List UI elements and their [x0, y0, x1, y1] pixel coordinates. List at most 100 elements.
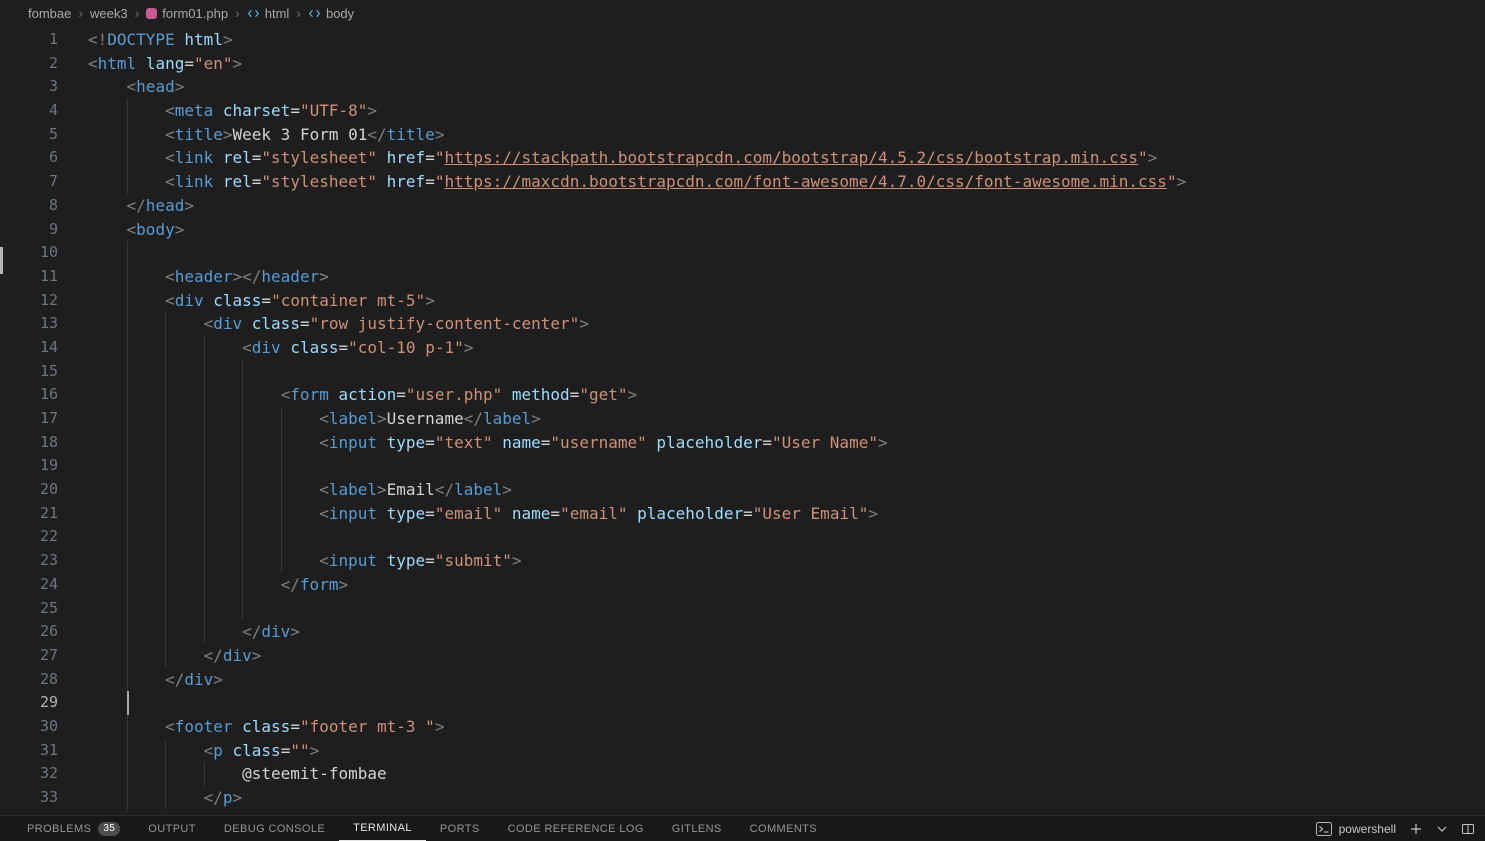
- code-line-4[interactable]: 4 <meta charset="UTF-8">: [0, 99, 1485, 123]
- plus-icon[interactable]: [1409, 822, 1423, 836]
- code-line-2[interactable]: 2 <html lang="en">: [0, 52, 1485, 76]
- code-line-21[interactable]: 21 <input type="email" name="email" plac…: [0, 501, 1485, 526]
- indent-guide: [242, 407, 244, 431]
- code-line-14[interactable]: 14 <div class="col-10 p-1">: [0, 335, 1485, 360]
- line-number[interactable]: 9: [0, 218, 58, 242]
- line-number[interactable]: 15: [0, 360, 58, 384]
- line-number[interactable]: 21: [0, 502, 58, 526]
- line-number[interactable]: 33: [0, 786, 58, 810]
- code-line-20[interactable]: 20 <label>Email</label>: [0, 478, 1485, 502]
- panel-tab-comments[interactable]: COMMENTS: [736, 816, 831, 841]
- breadcrumb-item-form01-php[interactable]: form01.php: [146, 6, 228, 21]
- panel-tab-problems[interactable]: PROBLEMS 35: [13, 816, 134, 841]
- breadcrumb-item-week3[interactable]: week3: [90, 6, 128, 21]
- code-line-1[interactable]: 1 <!DOCTYPE html>: [0, 28, 1485, 52]
- terminal-shell-selector[interactable]: powershell: [1315, 821, 1396, 836]
- code-line-10[interactable]: 10: [0, 241, 1485, 265]
- line-number[interactable]: 26: [0, 620, 58, 644]
- line-number[interactable]: 29: [0, 691, 58, 715]
- code-line-31[interactable]: 31 <p class="">: [0, 738, 1485, 763]
- indent-guide: [126, 146, 128, 171]
- line-number[interactable]: 23: [0, 549, 58, 573]
- breadcrumb-item-fombae[interactable]: fombae: [28, 6, 71, 21]
- code-line-32[interactable]: 32 @steemit-fombae: [0, 762, 1485, 786]
- line-number[interactable]: 28: [0, 668, 58, 692]
- line-number[interactable]: 19: [0, 454, 58, 478]
- line-number[interactable]: 16: [0, 383, 58, 407]
- indent-guide: [203, 549, 205, 573]
- code-line-33[interactable]: 33 </p>: [0, 786, 1485, 810]
- line-number[interactable]: 27: [0, 644, 58, 668]
- indent-guide: [165, 312, 167, 336]
- breadcrumb-item-html[interactable]: html: [247, 6, 289, 21]
- split-terminal-icon[interactable]: [1461, 822, 1475, 836]
- indent-guide: [280, 454, 282, 479]
- code-line-24[interactable]: 24 </form>: [0, 572, 1485, 597]
- panel-tab-debug-console[interactable]: DEBUG CONSOLE: [210, 816, 339, 841]
- code-line-13[interactable]: 13 <div class="row justify-content-cente…: [0, 312, 1485, 336]
- indent-guide: [165, 762, 167, 786]
- code-line-7[interactable]: 7 <link rel="stylesheet" href="https://m…: [0, 170, 1485, 194]
- line-number[interactable]: 25: [0, 597, 58, 621]
- code-line-28[interactable]: 28 </div>: [0, 667, 1485, 692]
- line-number[interactable]: 32: [0, 762, 58, 786]
- line-number[interactable]: 14: [0, 336, 58, 360]
- code-line-29[interactable]: 29: [0, 691, 1485, 715]
- code-line-11[interactable]: 11 <header></header>: [0, 264, 1485, 289]
- code-line-17[interactable]: 17 <label>Username</label>: [0, 407, 1485, 431]
- line-number[interactable]: 8: [0, 194, 58, 218]
- line-number[interactable]: 11: [0, 265, 58, 289]
- line-number[interactable]: 4: [0, 99, 58, 123]
- breadcrumb-label: fombae: [28, 5, 72, 21]
- indent-guide: [280, 478, 282, 502]
- code-line-26[interactable]: 26 </div>: [0, 620, 1485, 644]
- line-number[interactable]: 7: [0, 170, 58, 194]
- panel-tab-gitlens[interactable]: GITLENS: [658, 816, 736, 841]
- line-number[interactable]: 12: [0, 289, 58, 313]
- code-line-15[interactable]: 15: [0, 359, 1485, 384]
- indent-guide: [165, 359, 167, 384]
- code-line-16[interactable]: 16 <form action="user.php" method="get">: [0, 383, 1485, 407]
- line-number[interactable]: 22: [0, 525, 58, 549]
- line-number[interactable]: 3: [0, 75, 58, 99]
- code-line-19[interactable]: 19: [0, 454, 1485, 479]
- code-line-27[interactable]: 27 </div>: [0, 643, 1485, 668]
- breadcrumb-item-body[interactable]: body: [308, 6, 354, 21]
- code-line-8[interactable]: 8 </head>: [0, 194, 1485, 218]
- line-number[interactable]: 5: [0, 123, 58, 147]
- line-number[interactable]: 2: [0, 52, 58, 76]
- code-line-18[interactable]: 18 <input type="text" name="username" pl…: [0, 430, 1485, 455]
- panel-tab-code-reference-log[interactable]: CODE REFERENCE LOG: [494, 816, 658, 841]
- code-line-30[interactable]: 30 <footer class="footer mt-3 ">: [0, 714, 1485, 739]
- line-number[interactable]: 20: [0, 478, 58, 502]
- line-number[interactable]: 6: [0, 146, 58, 170]
- symbol-tag-icon: [247, 7, 260, 20]
- line-number[interactable]: 1: [0, 28, 58, 52]
- line-number[interactable]: 17: [0, 407, 58, 431]
- symbol-tag-icon: [308, 7, 321, 20]
- indent-guide: [126, 264, 128, 289]
- line-number[interactable]: 10: [0, 241, 58, 265]
- code-text: <form action="user.php" method="get">: [58, 383, 1485, 407]
- indent-guide: [126, 335, 128, 360]
- code-line-23[interactable]: 23 <input type="submit">: [0, 549, 1485, 573]
- line-number[interactable]: 30: [0, 715, 58, 739]
- chevron-down-icon[interactable]: [1436, 823, 1448, 835]
- code-line-22[interactable]: 22: [0, 525, 1485, 550]
- panel-tab-output[interactable]: OUTPUT: [134, 816, 210, 841]
- code-line-9[interactable]: 9 <body>: [0, 218, 1485, 242]
- panel-tab-terminal[interactable]: TERMINAL: [339, 816, 426, 841]
- line-number[interactable]: 13: [0, 312, 58, 336]
- indent-guide: [203, 572, 205, 597]
- code-line-5[interactable]: 5 <title>Week 3 Form 01</title>: [0, 122, 1485, 147]
- code-line-12[interactable]: 12 <div class="container mt-5">: [0, 288, 1485, 313]
- panel-tab-ports[interactable]: PORTS: [426, 816, 494, 841]
- line-number[interactable]: 18: [0, 431, 58, 455]
- code-line-3[interactable]: 3 <head>: [0, 75, 1485, 99]
- code-line-6[interactable]: 6 <link rel="stylesheet" href="https://s…: [0, 146, 1485, 171]
- panel-tab-label: OUTPUT: [148, 822, 196, 835]
- code-line-25[interactable]: 25: [0, 596, 1485, 621]
- code-editor[interactable]: 1 <!DOCTYPE html> 2 <html lang="en"> 3 <head…: [0, 26, 1485, 815]
- line-number[interactable]: 31: [0, 739, 58, 763]
- line-number[interactable]: 24: [0, 573, 58, 597]
